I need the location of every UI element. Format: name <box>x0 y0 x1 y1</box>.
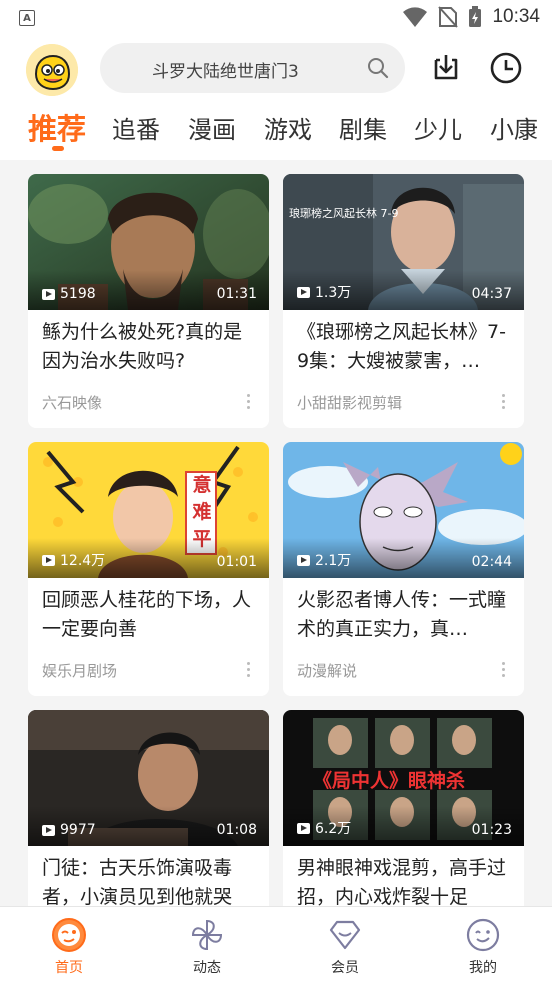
video-duration: 01:08 <box>216 822 257 838</box>
search-icon[interactable] <box>367 57 389 79</box>
nav-label: 首页 <box>55 960 83 976</box>
app-notification-icon: A <box>19 10 35 26</box>
video-author[interactable]: 动漫解说 <box>297 660 357 681</box>
video-duration: 01:31 <box>216 286 257 302</box>
video-title[interactable]: 回顾恶人桂花的下场，人一定要向善 <box>42 586 258 644</box>
tab-xiaokang[interactable]: 小康 <box>490 110 538 145</box>
play-count-icon <box>297 554 310 566</box>
tab-indicator <box>52 146 64 151</box>
play-count-icon <box>42 824 55 836</box>
video-card[interactable]: 琅琊榜之风起长林 7-9 1.3万 04:37 《琅琊榜之风起长林》7-9集：大… <box>283 174 524 428</box>
more-options-icon[interactable] <box>502 394 506 410</box>
clock: 10:34 <box>492 6 540 27</box>
search-bar[interactable]: 斗罗大陆绝世唐门3 <box>100 43 405 93</box>
avatar[interactable] <box>26 44 78 96</box>
history-clock-icon[interactable] <box>488 50 524 86</box>
video-duration: 04:37 <box>471 286 512 302</box>
view-count: 2.1万 <box>297 550 351 570</box>
nav-feed[interactable]: 动态 <box>138 907 276 983</box>
nav-profile[interactable]: 我的 <box>414 907 552 983</box>
video-title[interactable]: 男神眼神戏混剪，高手过招，内心戏炸裂十足 <box>297 854 513 912</box>
tab-series[interactable]: 剧集 <box>339 110 387 145</box>
wifi-icon <box>403 7 428 27</box>
view-count-text: 12.4万 <box>60 553 106 569</box>
nav-label: 动态 <box>193 960 221 976</box>
bottom-navigation: 首页 动态 会员 我的 <box>0 906 552 983</box>
view-count: 6.2万 <box>297 818 351 838</box>
tab-kids[interactable]: 少儿 <box>414 110 462 145</box>
play-count-icon <box>297 286 310 298</box>
tab-recommend[interactable]: 推荐 <box>28 106 86 148</box>
status-bar: A 10:34 <box>0 0 552 36</box>
view-count-text: 6.2万 <box>315 821 352 837</box>
video-card[interactable]: 意难平 12.4万 01:01 回顾恶人桂花的下场，人一定要向善 娱乐月剧场 <box>28 442 269 696</box>
view-count: 5198 <box>42 286 96 302</box>
video-duration: 01:23 <box>471 822 512 838</box>
video-thumbnail[interactable]: 2.1万 02:44 <box>283 442 524 578</box>
video-title[interactable]: 《琅琊榜之风起长林》7-9集：大嫂被蒙害，… <box>297 318 513 376</box>
view-count: 1.3万 <box>297 282 351 302</box>
play-count-icon <box>297 822 310 834</box>
nav-vip[interactable]: 会员 <box>276 907 414 983</box>
thumbnail-caption: 《局中人》眼神杀 <box>313 770 466 792</box>
tab-anime[interactable]: 追番 <box>112 110 160 145</box>
video-duration: 01:01 <box>216 554 257 570</box>
search-placeholder: 斗罗大陆绝世唐门3 <box>152 62 299 82</box>
video-thumbnail[interactable]: 琅琊榜之风起长林 7-9 1.3万 04:37 <box>283 174 524 310</box>
more-options-icon[interactable] <box>502 662 506 678</box>
nav-label: 会员 <box>331 960 359 976</box>
video-duration: 02:44 <box>471 554 512 570</box>
video-thumbnail[interactable]: 5198 01:31 <box>28 174 269 310</box>
more-options-icon[interactable] <box>247 394 251 410</box>
home-face-icon <box>52 918 86 952</box>
video-title[interactable]: 鲧为什么被处死?真的是因为治水失败吗? <box>42 318 258 376</box>
view-count-text: 5198 <box>60 286 96 302</box>
video-thumbnail[interactable]: 《局中人》眼神杀 6.2万 01:23 <box>283 710 524 846</box>
download-icon[interactable] <box>428 50 464 86</box>
more-options-icon[interactable] <box>247 662 251 678</box>
video-thumbnail[interactable]: 意难平 12.4万 01:01 <box>28 442 269 578</box>
video-author[interactable]: 六石映像 <box>42 392 102 413</box>
header: 斗罗大陆绝世唐门3 <box>0 36 552 100</box>
play-count-icon <box>42 288 55 300</box>
view-count-text: 2.1万 <box>315 553 352 569</box>
video-card[interactable]: 2.1万 02:44 火影忍者博人传：一式瞳术的真正实力，真… 动漫解说 <box>283 442 524 696</box>
view-count-text: 9977 <box>60 822 96 838</box>
video-thumbnail[interactable]: 9977 01:08 <box>28 710 269 846</box>
avatar-face-icon <box>26 44 78 96</box>
video-card[interactable]: 5198 01:31 鲧为什么被处死?真的是因为治水失败吗? 六石映像 <box>28 174 269 428</box>
diamond-icon <box>329 920 361 950</box>
no-sim-icon <box>438 6 459 28</box>
view-count: 12.4万 <box>42 550 105 570</box>
thumbnail-caption: 琅琊榜之风起长林 7-9 <box>289 207 399 220</box>
play-count-icon <box>42 554 55 566</box>
video-author[interactable]: 娱乐月剧场 <box>42 660 117 681</box>
view-count: 9977 <box>42 822 96 838</box>
view-count-text: 1.3万 <box>315 285 352 301</box>
nav-label: 我的 <box>469 960 497 976</box>
video-title[interactable]: 门徒：古天乐饰演吸毒者，小演员见到他就哭 <box>42 854 258 912</box>
tab-comics[interactable]: 漫画 <box>188 110 236 145</box>
pinwheel-icon <box>191 919 223 951</box>
video-author[interactable]: 小甜甜影视剪辑 <box>297 392 402 413</box>
tab-games[interactable]: 游戏 <box>264 110 312 145</box>
smiley-profile-icon <box>466 918 500 952</box>
video-title[interactable]: 火影忍者博人传：一式瞳术的真正实力，真… <box>297 586 513 644</box>
battery-charging-icon <box>469 6 482 27</box>
category-tabs: 推荐 追番 漫画 游戏 剧集 少儿 小康 <box>0 100 552 160</box>
nav-home[interactable]: 首页 <box>0 907 138 983</box>
